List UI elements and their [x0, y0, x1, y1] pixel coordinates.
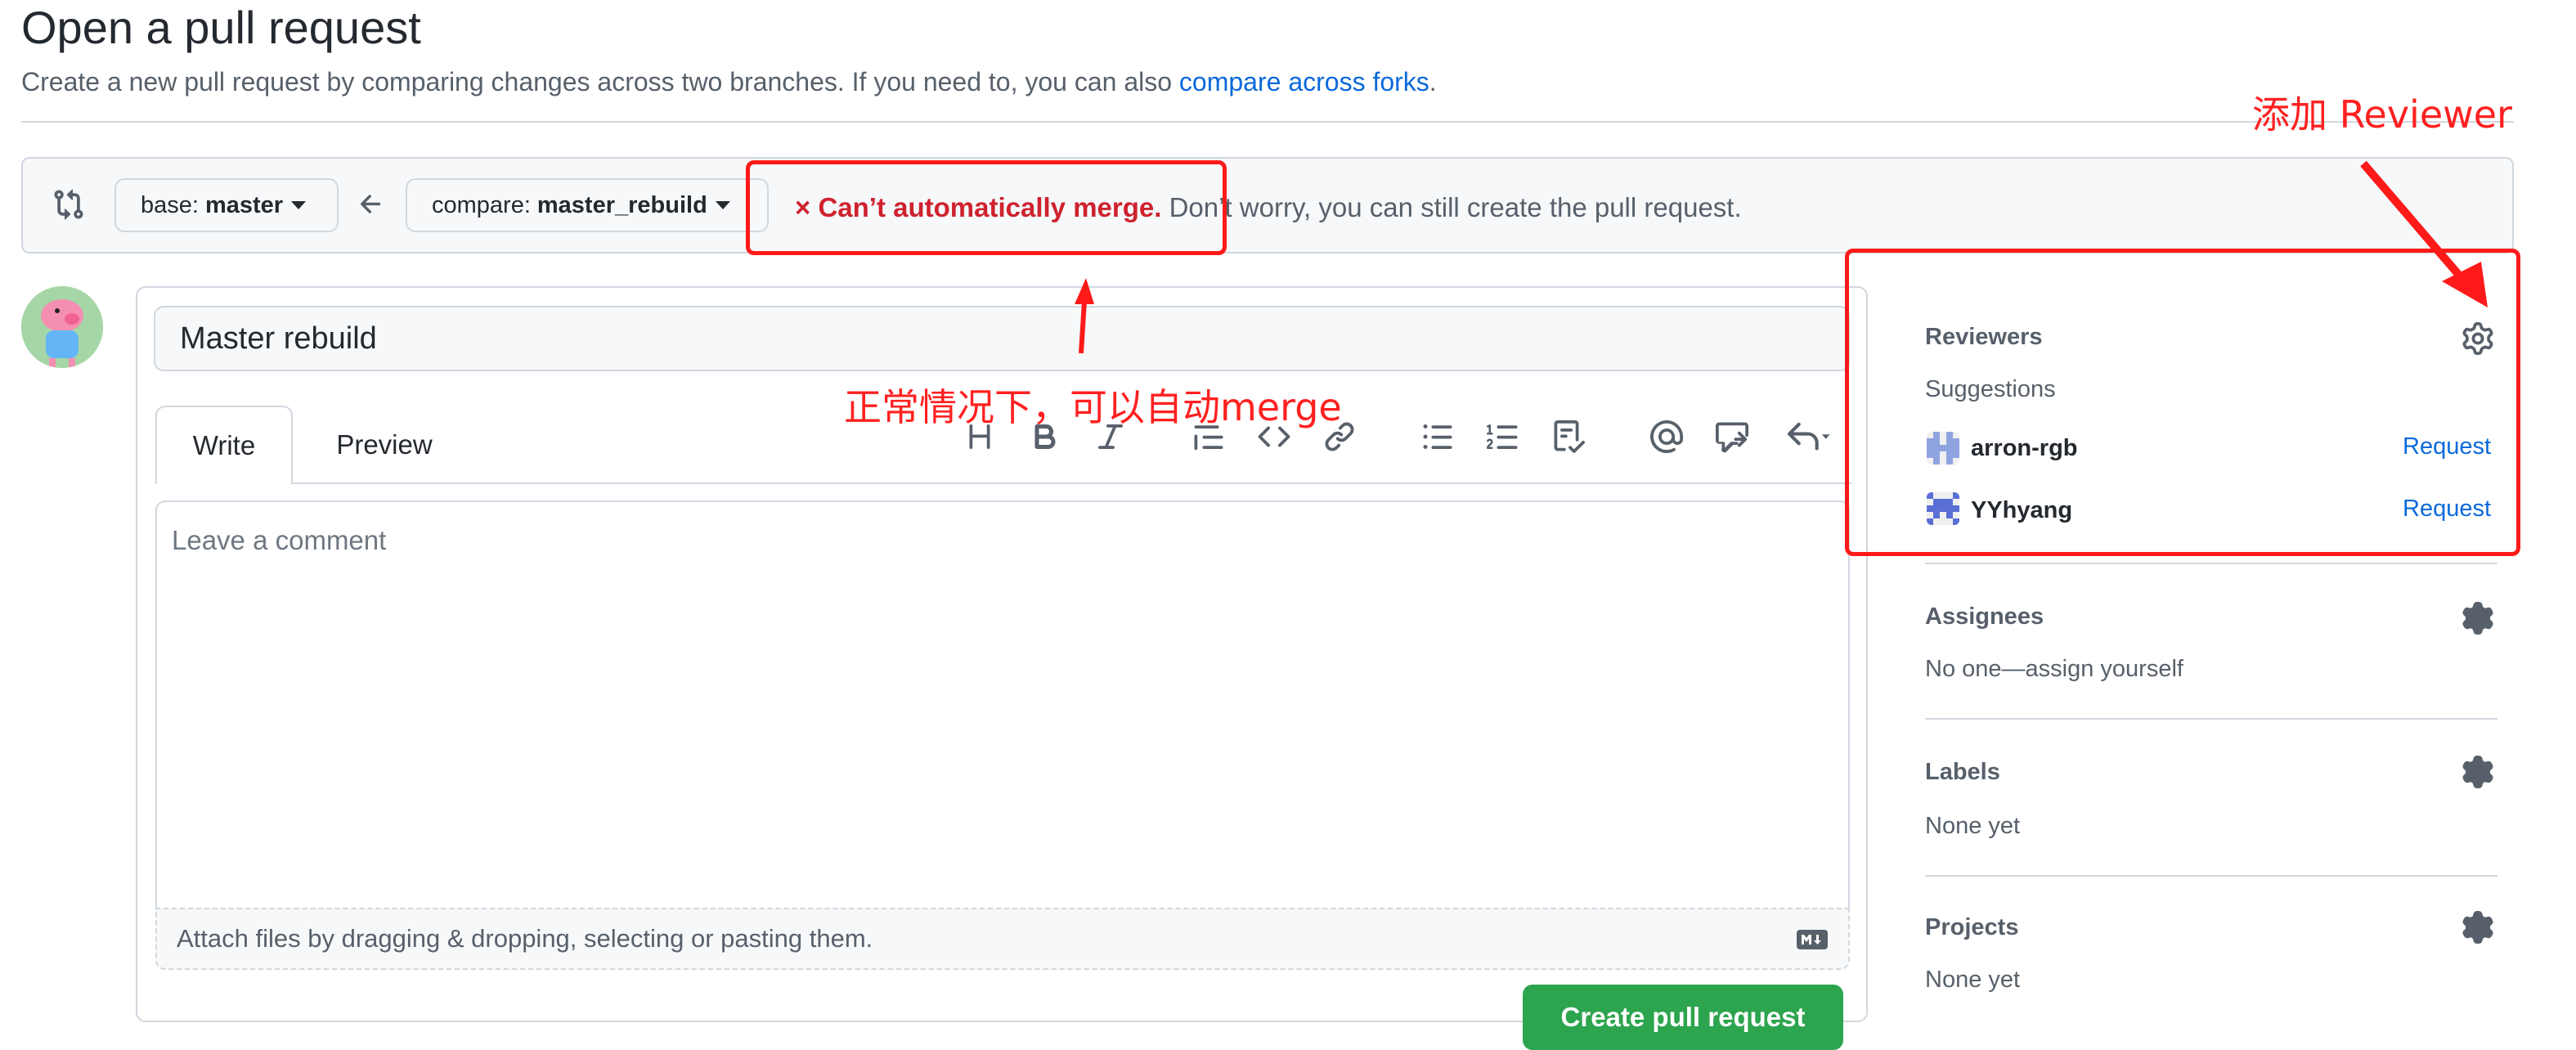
tab-divider — [293, 482, 1851, 484]
assignees-value[interactable]: No one—assign yourself — [1925, 656, 2183, 683]
base-branch-select[interactable]: base: master — [114, 178, 339, 232]
annotation-add-reviewer: 添加 Reviewer — [2252, 92, 2512, 137]
assignees-heading: Assignees — [1925, 604, 2044, 630]
labels-heading: Labels — [1925, 759, 2000, 785]
page-subtitle: Create a new pull request by comparing c… — [21, 65, 1437, 98]
merge-status-highlight-box — [746, 160, 1227, 255]
base-branch-value: master — [204, 191, 284, 218]
projects-value: None yet — [1925, 967, 2021, 993]
caret-down-icon — [291, 201, 307, 209]
page-title: Open a pull request — [21, 2, 421, 53]
reviewers-highlight-box — [1845, 249, 2520, 556]
sidebar-divider — [1925, 875, 2497, 877]
projects-heading: Projects — [1925, 914, 2019, 940]
compare-branch-value: master_rebuild — [536, 191, 707, 218]
file-attach-dropzone[interactable]: Attach files by dragging & dropping, sel… — [155, 908, 1850, 970]
header-divider — [21, 121, 2514, 123]
attach-files-text: Attach files by dragging & dropping, sel… — [177, 924, 873, 953]
numbered-list-icon[interactable] — [1480, 414, 1526, 460]
merge-status-rest: Don’t worry, you can still create the pu… — [1161, 192, 1742, 222]
mention-icon[interactable] — [1644, 414, 1690, 460]
sidebar-divider — [1925, 563, 2497, 564]
base-label: base: — [141, 191, 199, 218]
compare-branch-select[interactable]: compare: master_rebuild — [406, 178, 769, 232]
caret-down-icon — [715, 201, 730, 209]
tab-preview[interactable]: Preview — [311, 406, 458, 484]
subtitle-suffix: . — [1429, 67, 1437, 96]
compare-across-forks-link[interactable]: compare across forks — [1179, 67, 1429, 96]
gear-icon[interactable] — [2462, 911, 2494, 948]
bulleted-list-icon[interactable] — [1415, 414, 1461, 460]
comment-textarea[interactable]: Leave a comment — [155, 500, 1850, 909]
user-avatar[interactable] — [21, 286, 103, 368]
gear-icon[interactable] — [2462, 756, 2494, 792]
annotation-normal-merge: 正常情况下，可以自动merge — [844, 385, 1342, 429]
tab-write[interactable]: Write — [155, 406, 293, 484]
git-compare-icon — [52, 188, 85, 221]
arrow-left-icon — [357, 190, 389, 219]
reply-icon[interactable] — [1775, 414, 1840, 460]
sidebar-divider — [1925, 718, 2497, 720]
task-list-icon[interactable] — [1546, 414, 1591, 460]
pr-title-input[interactable]: Master rebuild — [154, 306, 1850, 371]
reference-icon[interactable] — [1709, 414, 1755, 460]
gear-icon[interactable] — [2462, 602, 2494, 639]
markdown-icon — [1796, 927, 1829, 949]
subtitle-text: Create a new pull request by comparing c… — [21, 67, 1179, 96]
compare-label: compare: — [432, 191, 531, 218]
create-pull-request-button[interactable]: Create pull request — [1523, 985, 1843, 1050]
labels-value: None yet — [1925, 813, 2021, 839]
